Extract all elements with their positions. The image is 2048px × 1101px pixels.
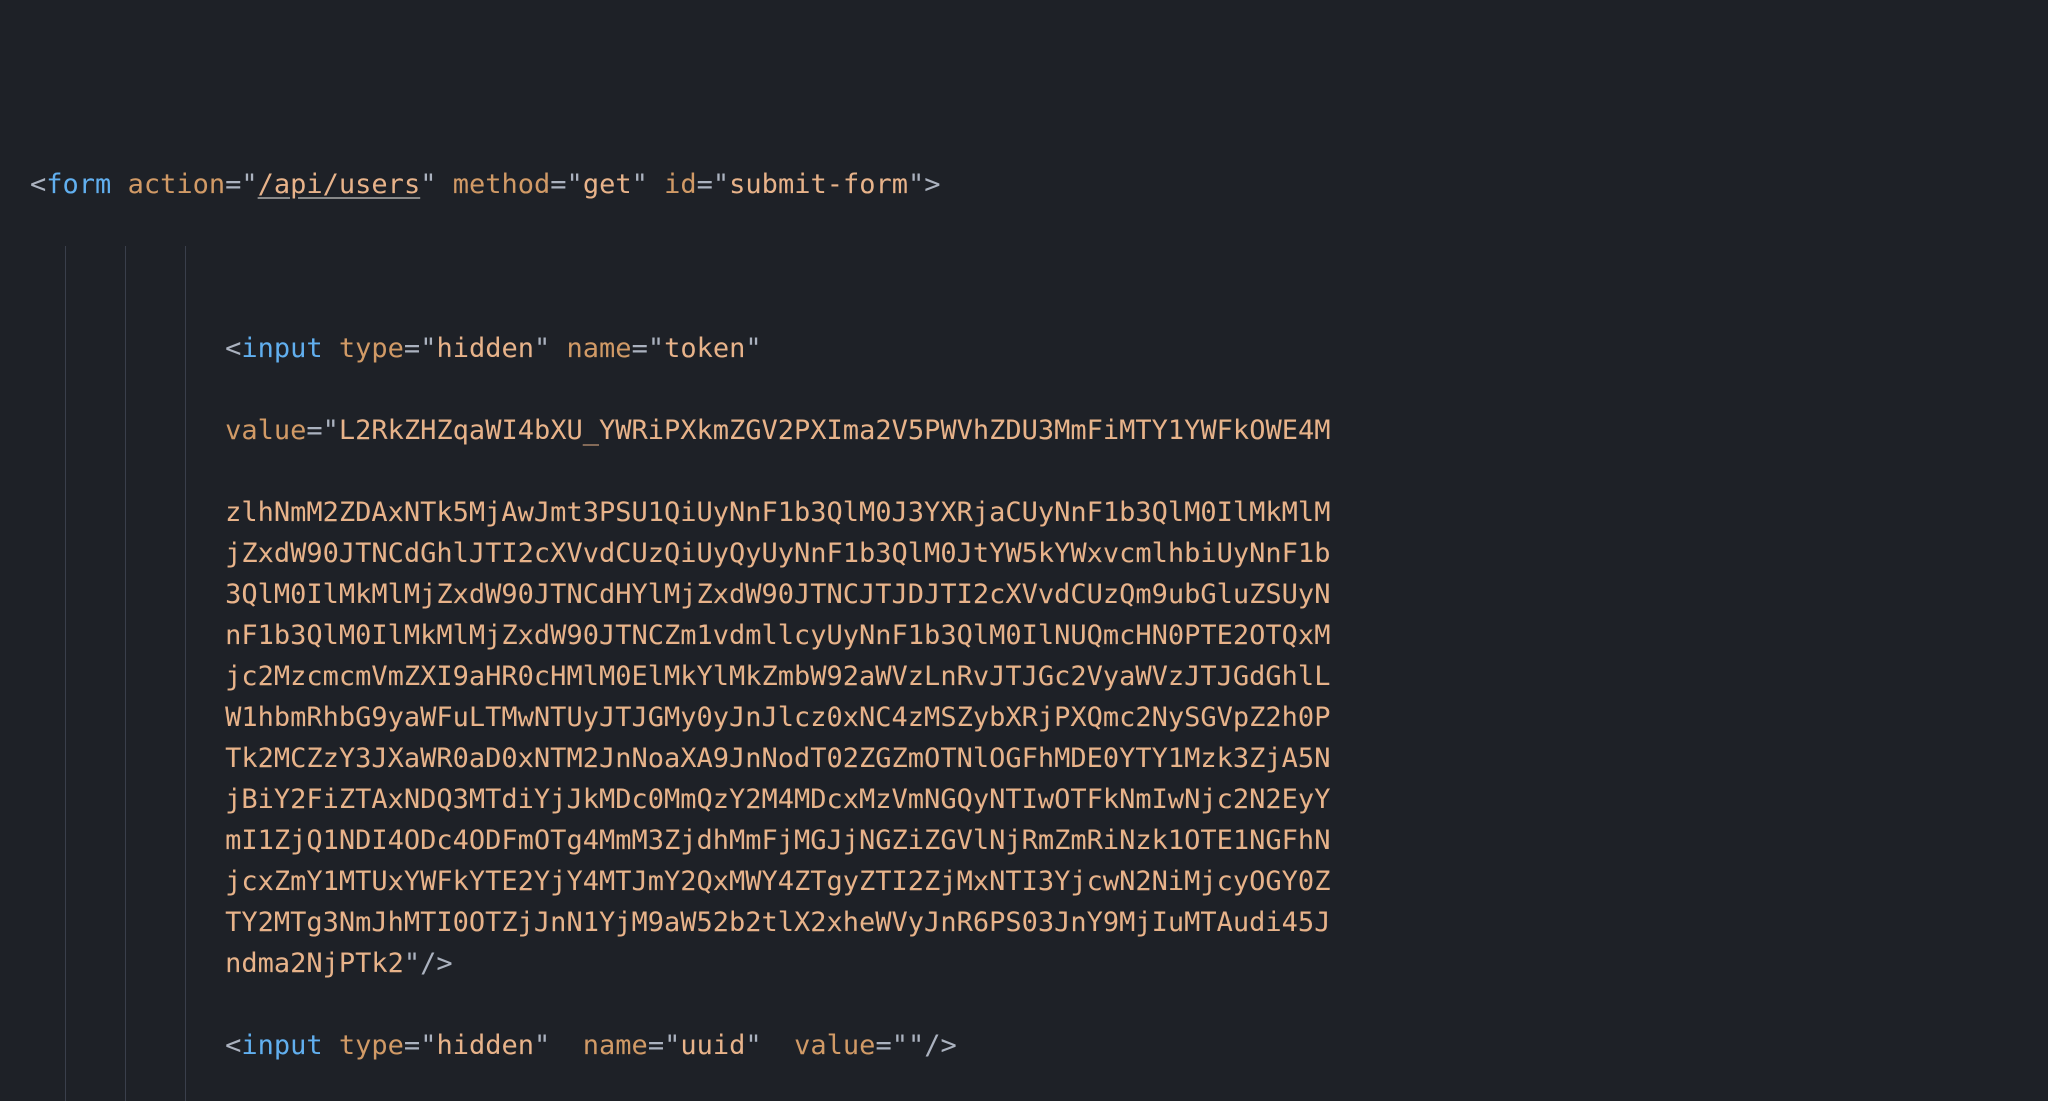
token-value-cont: jZxdW90JTNCdGhlJTI2cXVvdCUzQiUyQyUyNnF1b… <box>225 538 1330 569</box>
code-line: value="L2RkZHZqaWI4bXU_YWRiPXkmZGV2PXIma… <box>30 410 2048 451</box>
method-value: get <box>583 169 632 200</box>
token-value-cont: 3QlM0IlMkMlMjZxdW90JTNCdHYlMjZxdW90JTNCJ… <box>225 579 1330 610</box>
attr-type: type <box>339 333 404 364</box>
code-line: W1hbmRhbG9yaWFuLTMwNTUyJTJGMy0yJnJlcz0xN… <box>30 697 2048 738</box>
code-line: jZxdW90JTNCdGhlJTI2cXVvdCUzQiUyQyUyNnF1b… <box>30 533 2048 574</box>
tag-input: input <box>241 333 322 364</box>
token-value-cont: W1hbmRhbG9yaWFuLTMwNTUyJTJGMy0yJnJlcz0xN… <box>225 702 1330 733</box>
attr-action: action <box>128 169 226 200</box>
token-value-cont: TY2MTg3NmJhMTI0OTZjJnN1YjM9aW52b2tlX2xhe… <box>225 907 1330 938</box>
uuid-name: uuid <box>680 1030 745 1061</box>
token-value-cont: zlhNmM2ZDAxNTk5MjAwJmt3PSU1QiUyNnF1b3QlM… <box>225 497 1330 528</box>
code-line: TY2MTg3NmJhMTI0OTZjJnN1YjM9aW52b2tlX2xhe… <box>30 902 2048 943</box>
code-line: Tk2MCZzY3JXaWR0aD0xNTM2JnNoaXA9JnNodT02Z… <box>30 738 2048 779</box>
attr-method: method <box>453 169 551 200</box>
token-value-cont: jc2MzcmcmVmZXI9aHR0cHMlM0ElMkYlMkZmbW92a… <box>225 661 1330 692</box>
code-line: mI1ZjQ1NDI4ODc4ODFmOTg4MmM3ZjdhMmFjMGJjN… <box>30 820 2048 861</box>
attr-name: name <box>567 333 632 364</box>
code-line: zlhNmM2ZDAxNTk5MjAwJmt3PSU1QiUyNnF1b3QlM… <box>30 492 2048 533</box>
token-value-cont: jcxZmY1MTUxYWFkYTE2YjY4MTJmY2QxMWY4ZTgyZ… <box>225 866 1330 897</box>
id-value: submit-form <box>729 169 908 200</box>
token-name: token <box>664 333 745 364</box>
token-value-cont: mI1ZjQ1NDI4ODc4ODFmOTg4MmM3ZjdhMmFjMGJjN… <box>225 825 1330 856</box>
attr-value: value <box>225 415 306 446</box>
code-line: jBiY2FiZTAxNDQ3MTdiYjJkMDc0MmQzY2M4MDcxM… <box>30 779 2048 820</box>
token-value-cont: nF1b3QlM0IlMkMlMjZxdW90JTNCZm1vdmllcyUyN… <box>225 620 1330 651</box>
action-value: /api/users <box>258 169 421 200</box>
attr-id: id <box>664 169 697 200</box>
code-line: 3QlM0IlMkMlMjZxdW90JTNCdHYlMjZxdW90JTNCJ… <box>30 574 2048 615</box>
type-value: hidden <box>436 333 534 364</box>
code-line: <input type="hidden" name="token" <box>30 328 2048 369</box>
code-line: <form action="/api/users" method="get" i… <box>30 164 2048 205</box>
code-line: ndma2NjPTk2"/> <box>30 943 2048 984</box>
code-line: <input type="hidden" name="uuid" value="… <box>30 1025 2048 1066</box>
token-value: L2RkZHZqaWI4bXU_YWRiPXkmZGV2PXIma2V5PWVh… <box>339 415 1331 446</box>
code-line: nF1b3QlM0IlMkMlMjZxdW90JTNCZm1vdmllcyUyN… <box>30 615 2048 656</box>
token-value-cont: jBiY2FiZTAxNDQ3MTdiYjJkMDc0MmQzY2M4MDcxM… <box>225 784 1330 815</box>
code-line: jc2MzcmcmVmZXI9aHR0cHMlM0ElMkYlMkZmbW92a… <box>30 656 2048 697</box>
token-value-cont: Tk2MCZzY3JXaWR0aD0xNTM2JnNoaXA9JnNodT02Z… <box>225 743 1330 774</box>
tag-input: input <box>241 1030 322 1061</box>
tag-form: form <box>46 169 111 200</box>
code-line: jcxZmY1MTUxYWFkYTE2YjY4MTJmY2QxMWY4ZTgyZ… <box>30 861 2048 902</box>
token-value-cont: ndma2NjPTk2 <box>225 948 404 979</box>
